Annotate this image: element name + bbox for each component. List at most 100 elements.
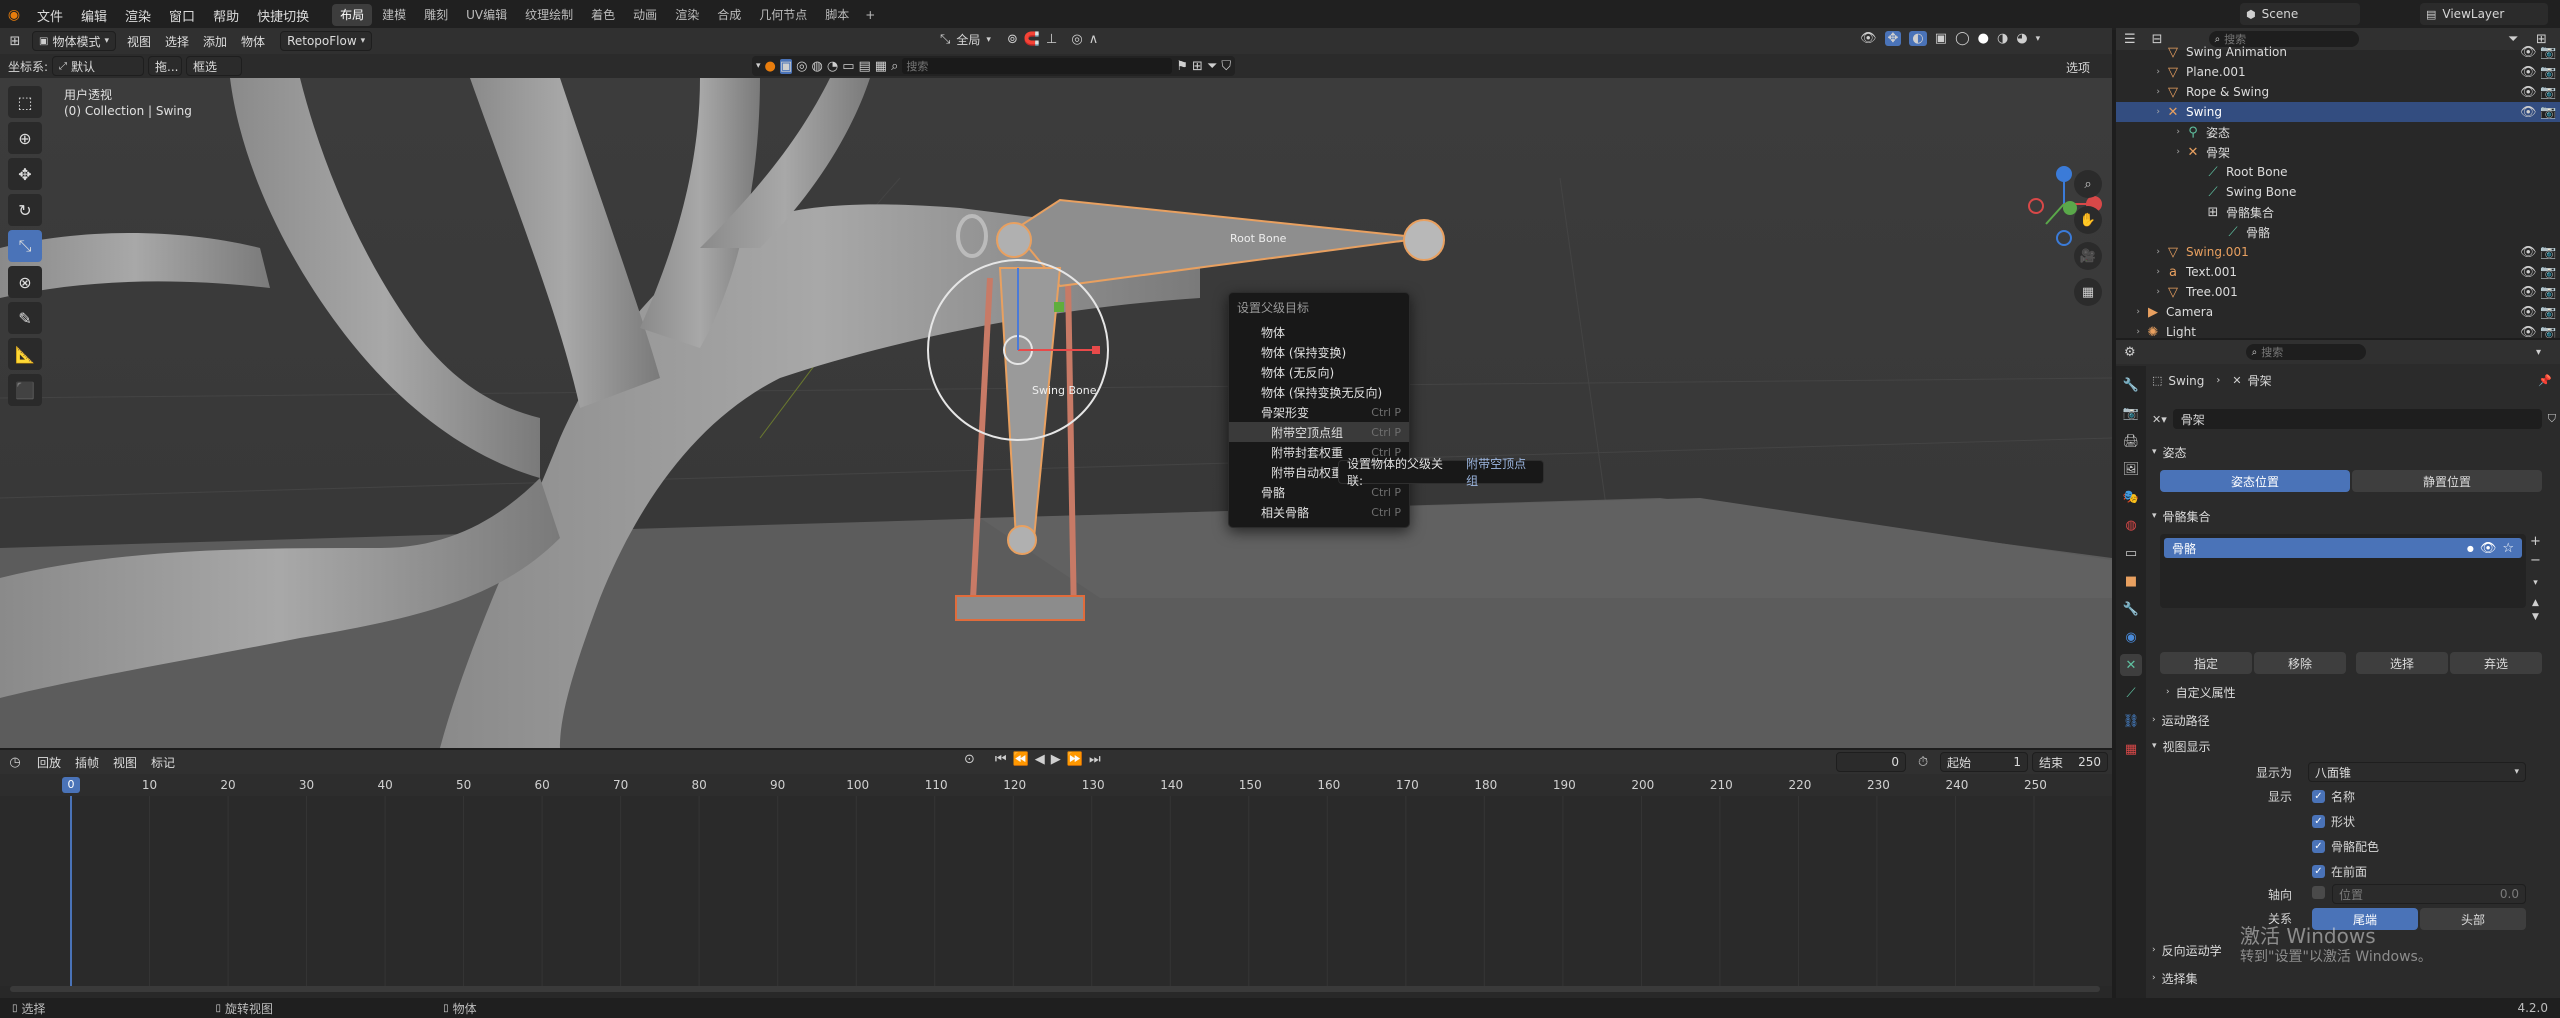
snap-target-icon[interactable]: ⊥ <box>1046 32 1057 47</box>
add-cube-tool[interactable]: ⬛ <box>8 374 42 406</box>
expand-arrow-icon[interactable]: › <box>2116 327 2144 337</box>
prev-keyframe-icon[interactable]: ⏪ <box>1013 752 1029 767</box>
eye-icon[interactable]: 👁 <box>2520 325 2537 339</box>
overlay-icon[interactable]: ◐ <box>1909 31 1927 46</box>
cursor-tool[interactable]: ⊕ <box>8 122 42 154</box>
outliner-row[interactable]: › ✕ 骨架 <box>2116 142 2560 162</box>
jump-end-icon[interactable]: ⏭ <box>1089 752 1101 767</box>
custom-props-header[interactable]: › 自定义属性 <box>2166 680 2560 704</box>
camera-view-icon[interactable]: 🎥 <box>2074 242 2102 270</box>
start-frame-field[interactable]: 起始 1 <box>1940 752 2028 772</box>
expand-arrow-icon[interactable]: › <box>2116 107 2164 117</box>
falloff-icon[interactable]: ∧ <box>1089 32 1099 47</box>
transform-tool[interactable]: ⊗ <box>8 266 42 298</box>
menu-item[interactable]: 窗口 <box>160 6 204 25</box>
eye-icon[interactable]: 👁 <box>2520 105 2537 120</box>
timeline-menu-item[interactable]: 标记 <box>144 754 182 771</box>
move-tool[interactable]: ✥ <box>8 158 42 190</box>
outliner-row[interactable]: › ✕ Swing 👁 📷 <box>2116 102 2560 122</box>
menu-item[interactable]: 编辑 <box>72 6 116 25</box>
timeline-menu-item[interactable]: 视图 <box>106 754 144 771</box>
outliner-row[interactable]: › ▽ Plane.001 👁 📷 <box>2116 62 2560 82</box>
add-icon[interactable]: + <box>2530 534 2541 549</box>
expand-arrow-icon[interactable]: › <box>2116 67 2164 77</box>
viewport-menu-item[interactable]: 选择 <box>158 33 196 50</box>
deselect-button[interactable]: 弃选 <box>2450 652 2542 674</box>
display-as-dropdown[interactable]: 八面锥 ▾ <box>2308 762 2526 782</box>
play-icon[interactable]: ▶ <box>1051 752 1061 767</box>
retopoflow-button[interactable]: RetopoFlow ▾ <box>280 31 373 51</box>
eye-icon[interactable]: 👁 <box>2480 541 2497 556</box>
menu-chevron-icon[interactable]: ▾ <box>2530 578 2541 588</box>
expand-arrow-icon[interactable]: › <box>2116 307 2144 317</box>
menu-item[interactable]: 文件 <box>28 6 72 25</box>
bone-colors-checkbox[interactable]: ✓ 骨骼配色 <box>2312 838 2379 855</box>
viewport-menu-item[interactable]: 物体 <box>234 33 272 50</box>
parent-menu-item[interactable]: 骨架形变 Ctrl P <box>1229 402 1409 422</box>
menu-item[interactable]: 快捷切换 <box>248 6 318 25</box>
perspective-toggle-icon[interactable]: ▦ <box>2074 278 2102 306</box>
filter-select-icon[interactable]: ▣ <box>779 58 793 74</box>
outliner-row[interactable]: › ▽ Tree.001 👁 📷 <box>2116 282 2560 302</box>
layout-icon[interactable]: ⊞ <box>1192 59 1203 74</box>
shapes-checkbox[interactable]: ✓ 形状 <box>2312 813 2379 830</box>
outliner-row[interactable]: ⟋ 骨骼 <box>2116 222 2560 242</box>
modifier-tab-icon[interactable]: 🔧 <box>2120 598 2142 620</box>
hand-icon[interactable]: ✋ <box>2074 206 2102 234</box>
workspace-tab[interactable]: 雕刻 <box>416 4 456 26</box>
add-workspace-button[interactable]: + <box>857 4 883 26</box>
select-button[interactable]: 选择 <box>2356 652 2448 674</box>
world-tab-icon[interactable]: ◍ <box>2120 514 2142 536</box>
filter-search-input[interactable] <box>902 58 1173 74</box>
pivot-point-icon[interactable]: ⊚ <box>1007 32 1018 47</box>
outliner-row[interactable]: › ⚲ 姿态 <box>2116 122 2560 142</box>
collection-tab-icon[interactable]: ▭ <box>2120 542 2142 564</box>
render-camera-icon[interactable]: 📷 <box>2540 285 2556 300</box>
eye-icon[interactable]: 👁 <box>2520 245 2537 260</box>
timeline-scrollbar[interactable] <box>10 986 2100 992</box>
pivot-label[interactable]: 全局 <box>956 31 980 48</box>
workspace-tab[interactable]: 动画 <box>625 4 665 26</box>
material-shading-icon[interactable]: ◑ <box>1997 31 2008 46</box>
pose-panel-header[interactable]: ▾ 姿态 <box>2152 440 2556 464</box>
properties-editor-icon[interactable]: ⚙ <box>2124 345 2136 360</box>
eye-icon[interactable]: 👁 <box>2520 265 2537 280</box>
outliner-row[interactable]: › a Text.001 👁 📷 <box>2116 262 2560 282</box>
timeline-menu-item[interactable]: 插帧 <box>68 754 106 771</box>
axes-position-field[interactable]: 位置 0.0 <box>2332 884 2526 904</box>
fake-user-shield-icon[interactable]: ⛉ <box>2548 412 2556 426</box>
in-front-checkbox[interactable]: ✓ 在前面 <box>2312 863 2379 880</box>
options-button[interactable]: 选项 <box>2066 59 2090 76</box>
workspace-tab[interactable]: 脚本 <box>817 4 857 26</box>
rotate-tool[interactable]: ↻ <box>8 194 42 226</box>
play-reverse-icon[interactable]: ◀ <box>1035 752 1045 767</box>
workspace-tab[interactable]: 合成 <box>709 4 749 26</box>
outliner-row[interactable]: ⟋ Root Bone <box>2116 162 2560 182</box>
end-frame-field[interactable]: 结束 250 <box>2032 752 2108 772</box>
proportional-edit-icon[interactable]: ◎ <box>1071 32 1082 47</box>
filter-light-icon[interactable]: ◔ <box>827 59 838 74</box>
stopwatch-icon[interactable]: ⏱ <box>1918 755 1928 770</box>
names-checkbox[interactable]: ✓ 名称 <box>2312 788 2379 805</box>
parent-menu-item[interactable]: 物体 (保持变换) <box>1229 342 1409 362</box>
filter-color-icon[interactable]: ● <box>765 59 776 74</box>
eye-icon[interactable]: 👁 <box>2520 65 2537 80</box>
expand-arrow-icon[interactable]: › <box>2116 147 2184 157</box>
viewport-display-header[interactable]: ▾ 视图显示 <box>2152 734 2556 758</box>
editor-type-icon[interactable]: ⊞ <box>0 34 30 49</box>
assign-button[interactable]: 指定 <box>2160 652 2252 674</box>
parent-menu-item[interactable]: 物体 (保持变换无反向) <box>1229 382 1409 402</box>
frame-ruler[interactable]: 10 20 30 40 50 60 70 80 90 100 110 120 130 140 150 160 1… <box>0 774 2112 796</box>
outliner-row[interactable]: ⊞ 骨骼集合 <box>2116 202 2560 222</box>
object-tab-icon[interactable]: ■ <box>2120 570 2142 592</box>
3d-viewport[interactable]: ⬚ ⊕ ✥ ↻ ⤡ ⊗ ✎ 📐 ⬛ 用户透视 (0) Collection | … <box>0 78 2112 748</box>
data-name-field[interactable]: 骨架 <box>2172 409 2542 429</box>
viewport-menu-item[interactable]: 视图 <box>120 33 158 50</box>
armature-datablock-icon[interactable]: ✕▾ <box>2152 413 2167 426</box>
filter-object-icon[interactable]: ◎ <box>796 59 807 74</box>
remove-button[interactable]: 移除 <box>2254 652 2346 674</box>
current-frame-field[interactable]: 0 <box>1836 752 1906 772</box>
render-camera-icon[interactable]: 📷 <box>2540 105 2556 120</box>
select-box-dropdown[interactable]: 框选 <box>186 56 243 76</box>
playhead-label[interactable]: 0 <box>62 777 80 793</box>
